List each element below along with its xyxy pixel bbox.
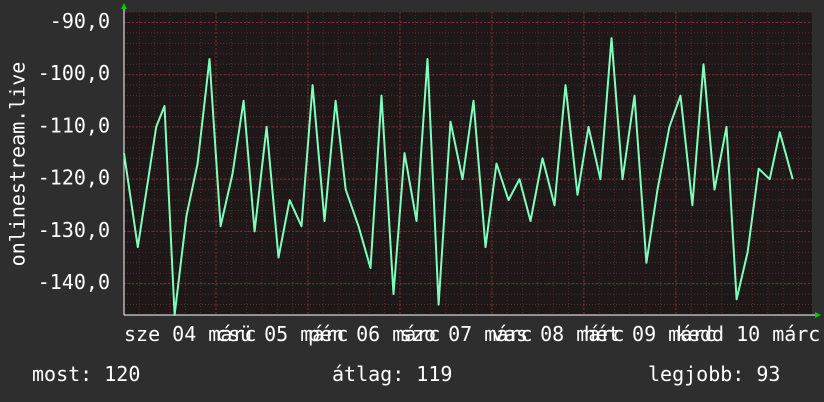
y-tick-label: -130,0 <box>38 218 110 242</box>
y-tick-labels: -90,0 -100,0 -110,0 -120,0 -130,0 -140,0 <box>38 9 110 294</box>
plot-area <box>124 12 812 315</box>
chart-window: -90,0 -100,0 -110,0 -120,0 -130,0 -140,0 sze … <box>0 0 824 402</box>
y-tick-label: -90,0 <box>50 9 110 33</box>
x-tick-label: kedd 10 márc <box>676 322 821 346</box>
y-tick-label: -110,0 <box>38 113 110 137</box>
y-axis-label: onlinestream.live <box>6 62 30 267</box>
stat-best: legjobb: 93 <box>648 362 781 386</box>
stat-current: most: 120 <box>32 362 141 386</box>
x-tick-labels: sze 04 márccsü 05 márcpén 06 márcszo 07 … <box>124 322 820 346</box>
y-tick-label: -140,0 <box>38 270 110 294</box>
y-tick-label: -100,0 <box>38 61 110 85</box>
x-axis-arrow <box>815 312 821 318</box>
y-tick-label: -120,0 <box>38 166 110 190</box>
line-chart: -90,0 -100,0 -110,0 -120,0 -130,0 -140,0 sze … <box>6 3 821 346</box>
stat-average: átlag: 119 <box>332 362 453 386</box>
y-axis-arrow <box>121 3 127 9</box>
